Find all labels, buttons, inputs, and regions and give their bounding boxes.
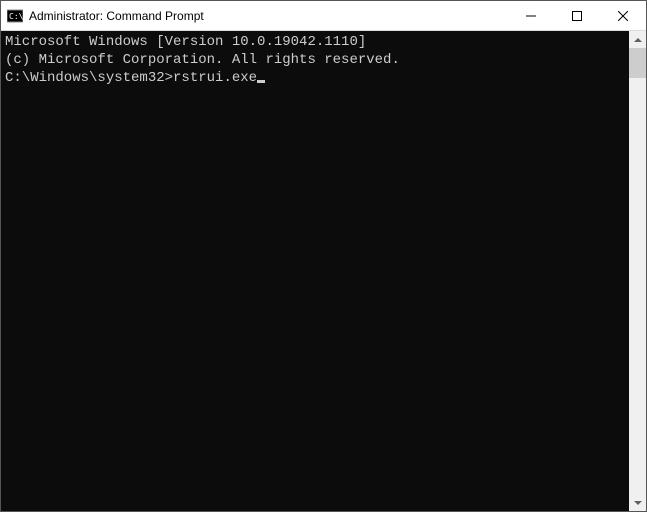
cmd-icon: C:\ [7, 8, 23, 24]
svg-text:C:\: C:\ [9, 12, 23, 21]
window-controls [508, 1, 646, 30]
output-line: Microsoft Windows [Version 10.0.19042.11… [5, 33, 625, 51]
maximize-button[interactable] [554, 1, 600, 30]
cursor [257, 80, 265, 83]
scroll-up-arrow[interactable] [629, 31, 646, 48]
terminal-area: Microsoft Windows [Version 10.0.19042.11… [1, 31, 646, 511]
output-line: (c) Microsoft Corporation. All rights re… [5, 51, 625, 69]
terminal[interactable]: Microsoft Windows [Version 10.0.19042.11… [1, 31, 629, 511]
window-title: Administrator: Command Prompt [29, 9, 508, 23]
scroll-down-arrow[interactable] [629, 494, 646, 511]
command-prompt-window: C:\ Administrator: Command Prompt Micros… [0, 0, 647, 512]
close-button[interactable] [600, 1, 646, 30]
minimize-button[interactable] [508, 1, 554, 30]
command-input[interactable]: rstrui.exe [173, 70, 257, 86]
prompt-text: C:\Windows\system32> [5, 70, 173, 86]
vertical-scrollbar[interactable] [629, 31, 646, 511]
titlebar[interactable]: C:\ Administrator: Command Prompt [1, 1, 646, 31]
scroll-thumb[interactable] [629, 48, 646, 78]
